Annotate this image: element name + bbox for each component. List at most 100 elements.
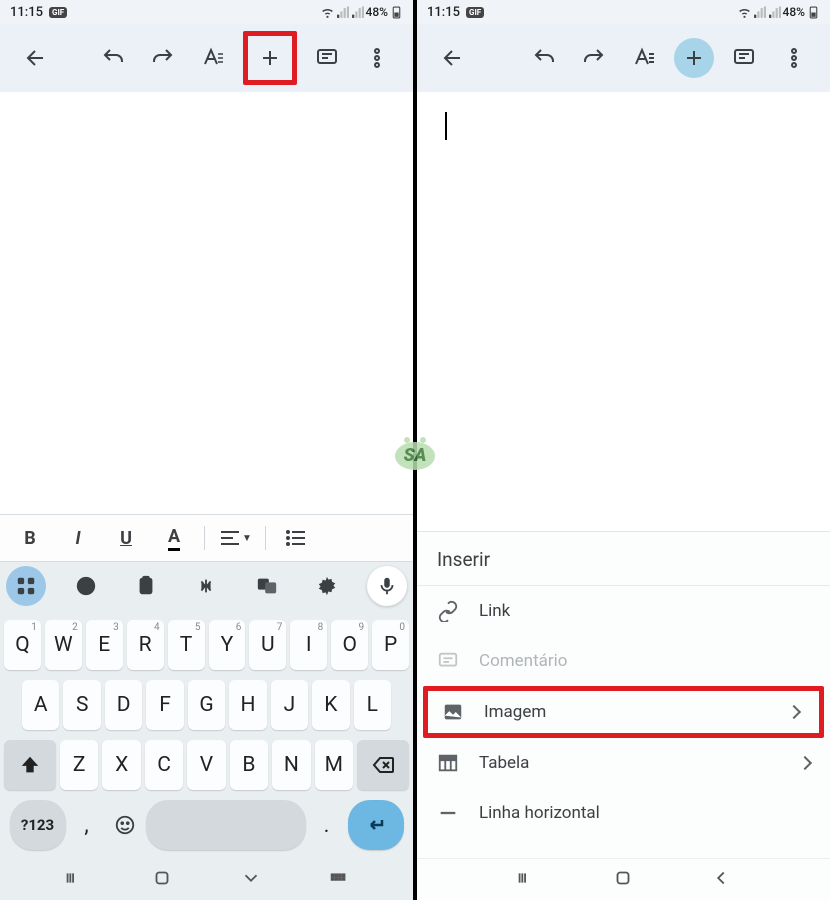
signal-icon-2 (351, 6, 364, 19)
key-v[interactable]: V (187, 740, 225, 790)
nav-back[interactable] (710, 867, 732, 893)
insert-image-label: Imagem (484, 702, 546, 722)
key-w[interactable]: W2 (45, 620, 82, 670)
wifi-icon (321, 6, 334, 19)
nav-bar (417, 858, 830, 900)
italic-button[interactable]: I (56, 520, 100, 556)
document-area[interactable] (0, 92, 413, 514)
battery-text: 48% (366, 5, 388, 19)
horizontal-rule-icon (437, 802, 459, 824)
insert-comment-label: Comentário (479, 651, 567, 671)
text-cursor (445, 112, 447, 140)
kb-cursor-button[interactable] (186, 566, 226, 606)
key-q[interactable]: Q1 (4, 620, 41, 670)
key-r[interactable]: R4 (127, 620, 164, 670)
key-i[interactable]: I8 (290, 620, 327, 670)
redo-button[interactable] (574, 38, 614, 78)
key-n[interactable]: N (272, 740, 310, 790)
period-key[interactable]: . (310, 800, 344, 850)
comment-button[interactable] (307, 38, 347, 78)
chevron-right-icon (787, 705, 801, 719)
key-o[interactable]: O9 (331, 620, 368, 670)
phone-right: 11:15 GIF 48% Inserir Link (417, 0, 830, 900)
comment-button[interactable] (724, 38, 764, 78)
key-t[interactable]: T5 (168, 620, 205, 670)
key-p[interactable]: P0 (372, 620, 409, 670)
key-x[interactable]: X (102, 740, 140, 790)
bold-button[interactable]: B (8, 520, 52, 556)
signal-icon-2 (768, 6, 781, 19)
comma-key[interactable]: , (70, 800, 104, 850)
keyboard: Q1W2E3R4T5Y6U7I8O9P0 ASDFGHJKL ZXCVBNM ?… (0, 610, 413, 860)
signal-icon (753, 6, 766, 19)
key-b[interactable]: B (230, 740, 268, 790)
more-button[interactable] (774, 38, 814, 78)
status-pill: GIF (49, 7, 67, 18)
kb-clipboard-button[interactable] (126, 566, 166, 606)
separator (204, 526, 205, 550)
redo-button[interactable] (143, 38, 183, 78)
text-format-button[interactable] (193, 38, 233, 78)
kb-settings-button[interactable] (307, 566, 347, 606)
enter-key[interactable] (348, 800, 404, 850)
space-key[interactable] (146, 800, 306, 850)
insert-button[interactable] (250, 38, 290, 78)
list-button[interactable] (274, 520, 318, 556)
key-y[interactable]: Y6 (209, 620, 246, 670)
toolbar (417, 24, 830, 92)
key-s[interactable]: S (63, 680, 100, 730)
phone-left: 11:15 GIF 48% B I U A ▼ (0, 0, 413, 900)
shift-key[interactable] (4, 740, 56, 790)
nav-keyboard-down[interactable] (240, 867, 262, 893)
nav-keyboard-icon[interactable] (328, 867, 350, 893)
insert-hr-item[interactable]: Linha horizontal (417, 788, 830, 838)
more-button[interactable] (357, 38, 397, 78)
battery-icon (390, 6, 403, 19)
underline-button[interactable]: U (104, 520, 148, 556)
nav-recent[interactable] (63, 867, 85, 893)
text-format-button[interactable] (624, 38, 664, 78)
nav-recent[interactable] (515, 867, 537, 893)
key-g[interactable]: G (188, 680, 225, 730)
key-h[interactable]: H (229, 680, 266, 730)
backspace-key[interactable] (357, 740, 409, 790)
insert-image-item[interactable]: Imagem (423, 686, 824, 738)
key-z[interactable]: Z (60, 740, 98, 790)
insert-button-active[interactable] (674, 38, 714, 78)
nav-home[interactable] (151, 867, 173, 893)
keyboard-tool-row (0, 562, 413, 610)
key-e[interactable]: E3 (86, 620, 123, 670)
key-j[interactable]: J (271, 680, 308, 730)
key-u[interactable]: U7 (249, 620, 286, 670)
symbols-key[interactable]: ?123 (10, 800, 66, 850)
document-area[interactable] (417, 92, 830, 531)
insert-panel: Inserir Link Comentário Imagem Tabela Li… (417, 531, 830, 858)
format-bar: B I U A ▼ (0, 514, 413, 562)
key-a[interactable]: A (22, 680, 59, 730)
key-f[interactable]: F (146, 680, 183, 730)
status-pill: GIF (466, 7, 484, 18)
undo-button[interactable] (93, 38, 133, 78)
status-time: 11:15 (427, 5, 460, 20)
nav-home[interactable] (612, 867, 634, 893)
insert-highlight-box (243, 31, 297, 85)
emoji-key[interactable] (108, 800, 142, 850)
key-k[interactable]: K (312, 680, 349, 730)
key-m[interactable]: M (315, 740, 353, 790)
insert-table-label: Tabela (479, 753, 529, 773)
insert-link-item[interactable]: Link (417, 586, 830, 636)
key-c[interactable]: C (145, 740, 183, 790)
kb-translate-button[interactable] (247, 566, 287, 606)
kb-apps-button[interactable] (6, 566, 46, 606)
battery-text: 48% (783, 5, 805, 19)
align-button[interactable]: ▼ (213, 520, 257, 556)
undo-button[interactable] (524, 38, 564, 78)
insert-table-item[interactable]: Tabela (417, 738, 830, 788)
back-button[interactable] (433, 38, 473, 78)
back-button[interactable] (16, 38, 56, 78)
key-l[interactable]: L (354, 680, 391, 730)
kb-emoji-button[interactable] (66, 566, 106, 606)
kb-mic-button[interactable] (367, 566, 407, 606)
key-d[interactable]: D (105, 680, 142, 730)
text-color-button[interactable]: A (152, 520, 196, 556)
